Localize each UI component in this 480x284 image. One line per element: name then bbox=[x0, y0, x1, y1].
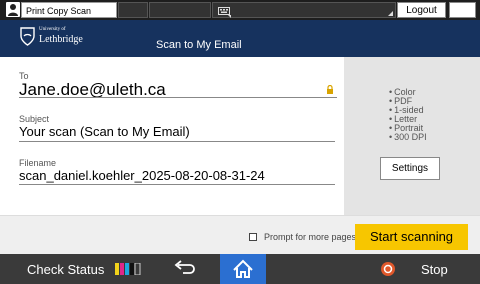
stop-button[interactable]: Stop bbox=[371, 254, 480, 284]
home-icon bbox=[233, 259, 253, 278]
start-scanning-button[interactable]: Start scanning bbox=[355, 224, 468, 250]
home-button[interactable] bbox=[220, 254, 266, 284]
system-bar: Check Status Stop bbox=[0, 254, 480, 284]
app-header: University of Lethbridge Scan to My Emai… bbox=[0, 20, 480, 57]
page-title: Scan to My Email bbox=[156, 39, 242, 51]
resize-corner-icon bbox=[388, 11, 393, 16]
scan-settings-panel: Color PDF 1-sided Letter Portrait 300 DP… bbox=[344, 57, 480, 215]
logo-text-small: University of bbox=[39, 27, 66, 32]
shield-icon bbox=[20, 27, 35, 46]
back-arrow-icon bbox=[174, 260, 195, 274]
logo-text-name: Lethbridge bbox=[39, 34, 83, 45]
action-bar: Prompt for more pages Start scanning bbox=[0, 215, 480, 254]
settings-button[interactable]: Settings bbox=[380, 157, 440, 180]
status-slot bbox=[118, 2, 148, 18]
filename-underline bbox=[19, 184, 335, 185]
logout-button[interactable]: Logout bbox=[397, 2, 446, 18]
filename-field[interactable]: scan_daniel.koehler_2025-08-20-08-31-24 bbox=[19, 168, 265, 183]
status-message-area[interactable] bbox=[212, 2, 396, 18]
lock-icon bbox=[327, 85, 333, 94]
filename-label: Filename bbox=[19, 158, 57, 168]
stop-label: Stop bbox=[421, 262, 448, 277]
energy-saver-button[interactable] bbox=[449, 2, 476, 18]
top-status-bar: Print Copy Scan Logout bbox=[0, 0, 480, 20]
subject-label: Subject bbox=[19, 114, 50, 124]
back-button[interactable] bbox=[154, 254, 220, 284]
scan-options-list: Color PDF 1-sided Letter Portrait 300 DP… bbox=[389, 88, 427, 142]
moon-icon bbox=[459, 5, 465, 15]
option-resolution: 300 DPI bbox=[389, 133, 427, 142]
to-underline bbox=[19, 97, 337, 98]
subject-underline bbox=[19, 141, 335, 142]
prompt-more-pages-label[interactable]: Prompt for more pages bbox=[264, 232, 356, 242]
status-slot bbox=[149, 2, 211, 18]
scan-form: To Jane.doe@uleth.ca Subject Your scan (… bbox=[0, 57, 344, 215]
stop-icon bbox=[381, 262, 395, 276]
check-status-label: Check Status bbox=[27, 262, 105, 277]
toner-level-icon bbox=[115, 263, 141, 275]
user-icon[interactable] bbox=[6, 2, 20, 17]
prompt-more-pages-checkbox[interactable] bbox=[249, 233, 257, 241]
subject-field[interactable]: Your scan (Scan to My Email) bbox=[19, 124, 190, 139]
active-app-tab[interactable]: Print Copy Scan bbox=[21, 2, 117, 18]
check-status-button[interactable]: Check Status bbox=[0, 254, 154, 284]
